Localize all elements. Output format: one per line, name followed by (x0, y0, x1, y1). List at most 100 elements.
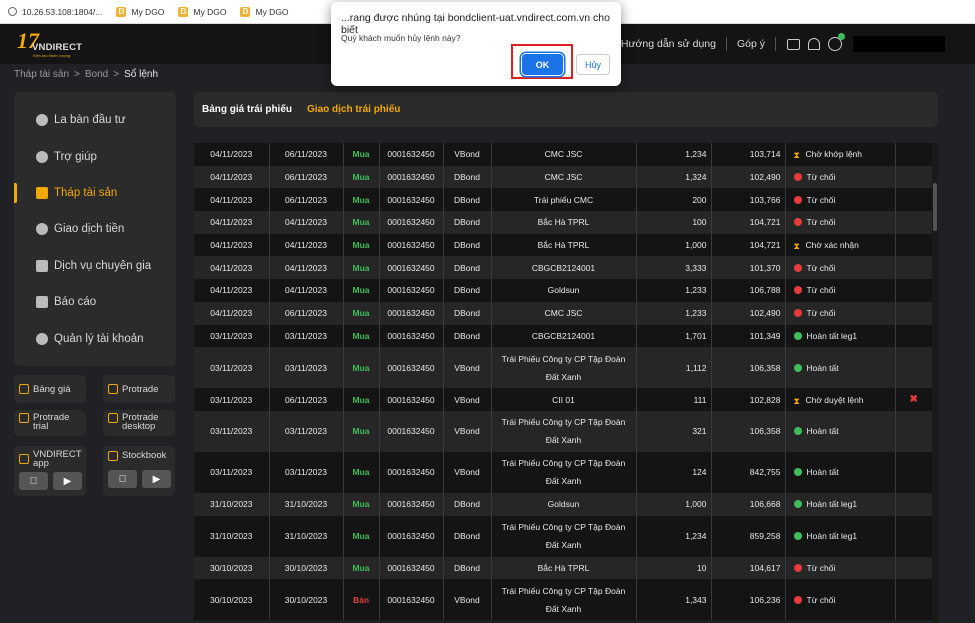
sidebar-item-compass[interactable]: La bàn đầu tư (14, 102, 176, 138)
status-cell: Từ chối (785, 256, 896, 280)
quick-link-protrade-desktop[interactable]: Protrade desktop (103, 410, 175, 436)
table-row: 31/10/2023 31/10/2023 Mua 0001632450 DBond Tr… (194, 515, 932, 557)
order-date-cell: 04/11/2023 (194, 165, 270, 189)
action-cell (895, 211, 932, 234)
status-text: Từ chối (806, 217, 836, 228)
rejected-icon (793, 563, 802, 572)
store-buttons:  ▶ (19, 472, 87, 490)
sidebar-item-label: La bàn đầu tư (54, 114, 126, 127)
status-text: Chờ xác nhận (805, 240, 859, 251)
guide-link[interactable]: Hướng dẫn sử dụng (621, 38, 716, 50)
sidebar-item-asset-tower[interactable]: Tháp tài sản (14, 175, 176, 211)
quantity-cell: 200 (636, 188, 712, 212)
bond-type-cell: VBond (443, 347, 492, 389)
notification-button[interactable] (807, 37, 821, 51)
dialog-message: Quý khách muốn hủy lệnh này? (341, 33, 461, 43)
price-cell: 859,258 (711, 515, 786, 557)
label-line: app (33, 458, 49, 469)
globe-icon (8, 7, 17, 16)
check-circle-icon (793, 363, 802, 372)
order-date-cell: 03/11/2023 (194, 347, 270, 389)
bond-type-cell: DBond (443, 165, 492, 189)
status-cell: Từ chối (785, 211, 896, 234)
bookmark-ip[interactable]: 10.26.53.108:1804/... (8, 7, 102, 17)
side-cell: Mua (343, 410, 380, 452)
quick-link-price-board[interactable]: Bảng giá (14, 375, 86, 403)
google-play-button[interactable]: ▶ (142, 470, 171, 488)
mail-icon (786, 38, 800, 50)
sidebar-item-expert[interactable]: Dịch vụ chuyên gia (14, 248, 176, 284)
bookmark-label: My DGO (255, 6, 289, 17)
mail-button[interactable] (786, 37, 800, 51)
quick-link-label: Stockbook (122, 450, 167, 461)
settlement-date-cell: 04/11/2023 (269, 256, 344, 280)
account-cell: 0001632450 (379, 211, 444, 234)
check-circle-icon (793, 532, 802, 541)
bond-name-cell: CII 01 (491, 388, 637, 411)
user-button[interactable] (828, 33, 845, 51)
app-title: VNDIRECT app (19, 450, 82, 468)
side-cell: Mua (343, 515, 380, 557)
price-cell: 106,788 (711, 279, 786, 302)
feedback-link[interactable]: Góp ý (737, 38, 765, 50)
sidebar-item-report[interactable]: Báo cáo (14, 284, 176, 320)
google-play-button[interactable]: ▶ (53, 472, 82, 490)
quantity-cell: 1,234 (636, 515, 712, 557)
rejected-icon (793, 595, 802, 604)
cancel-order-icon[interactable]: ✖ (910, 394, 918, 405)
tab-bond-trading[interactable]: Giao dịch trái phiếu (307, 104, 400, 115)
ok-button[interactable]: OK (522, 54, 563, 75)
bookmark-mydgo-2[interactable]: D My DGO (178, 6, 226, 17)
settlement-date-cell: 04/11/2023 (269, 279, 344, 302)
status-text: Từ chối (806, 308, 836, 319)
status-cell: Từ chối (785, 301, 896, 325)
settlement-date-cell: 06/11/2023 (269, 388, 344, 411)
divider (775, 37, 776, 51)
action-cell (895, 143, 932, 166)
bookmark-label: My DGO (131, 6, 165, 17)
scroll-thumb[interactable] (933, 183, 937, 231)
bond-name-cell: CBGCB2124001 (491, 324, 637, 348)
user-icon (828, 33, 845, 51)
store-buttons:  ▶ (108, 470, 176, 488)
bookmark-mydgo-3[interactable]: D My DGO (240, 6, 289, 17)
account-cell: 0001632450 (379, 579, 444, 621)
table-row: 04/11/2023 06/11/2023 Mua 0001632450 DBond CM… (194, 301, 932, 325)
header-actions: Hướng dẫn sử dụng Góp ý (599, 24, 975, 64)
table-row: 04/11/2023 04/11/2023 Mua 0001632450 DBond Go… (194, 279, 932, 302)
bell-icon (808, 38, 820, 50)
quick-link-protrade[interactable]: Protrade (103, 375, 175, 403)
quick-link-protrade-trial[interactable]: Protrade trial (14, 410, 86, 436)
table-row: 04/11/2023 04/11/2023 Mua 0001632450 DBond Bắ… (194, 233, 932, 257)
order-date-cell: 30/10/2023 (194, 556, 270, 580)
quick-link-label: VNDIRECT app (33, 450, 82, 469)
action-cell (895, 325, 932, 348)
order-date-cell: 04/11/2023 (194, 256, 270, 280)
status-cell: Hoàn tất (785, 347, 896, 389)
apple-store-button[interactable]:  (19, 472, 48, 490)
breadcrumb-item[interactable]: Bond (85, 69, 108, 80)
external-link-icon (108, 413, 118, 423)
tab-bond-price-board[interactable]: Bảng giá trái phiếu (202, 104, 292, 115)
cancel-button[interactable]: Hủy (576, 54, 610, 75)
sidebar-item-money[interactable]: Giao dịch tiền (14, 211, 176, 247)
sidebar-item-help[interactable]: Trợ giúp (14, 138, 176, 174)
status-cell: Từ chối (785, 165, 896, 189)
quantity-cell: 1,234 (636, 143, 712, 166)
settlement-date-cell: 03/11/2023 (269, 451, 344, 493)
table-row: 03/11/2023 03/11/2023 Mua 0001632450 VBond Tr… (194, 410, 932, 452)
sidebar-item-account[interactable]: Quản lý tài khoản (14, 320, 176, 356)
vndirect-logo[interactable]: 17 VNDIRECT Kiến tạo thịnh vượng (15, 28, 85, 60)
breadcrumb-item[interactable]: Tháp tài sản (14, 69, 69, 80)
external-link-icon (108, 450, 118, 461)
table-scrollbar[interactable] (932, 143, 938, 623)
bookmark-mydgo-1[interactable]: D My DGO (116, 6, 165, 17)
price-cell: 104,617 (711, 556, 786, 580)
apple-store-button[interactable]:  (108, 470, 137, 488)
table-row: 03/11/2023 03/11/2023 Mua 0001632450 VBond Tr… (194, 347, 932, 389)
quantity-cell: 1,324 (636, 165, 712, 189)
bond-type-cell: DBond (443, 324, 492, 348)
status-cell: Từ chối (785, 188, 896, 212)
side-cell: Mua (343, 211, 380, 234)
action-cell (895, 516, 932, 557)
